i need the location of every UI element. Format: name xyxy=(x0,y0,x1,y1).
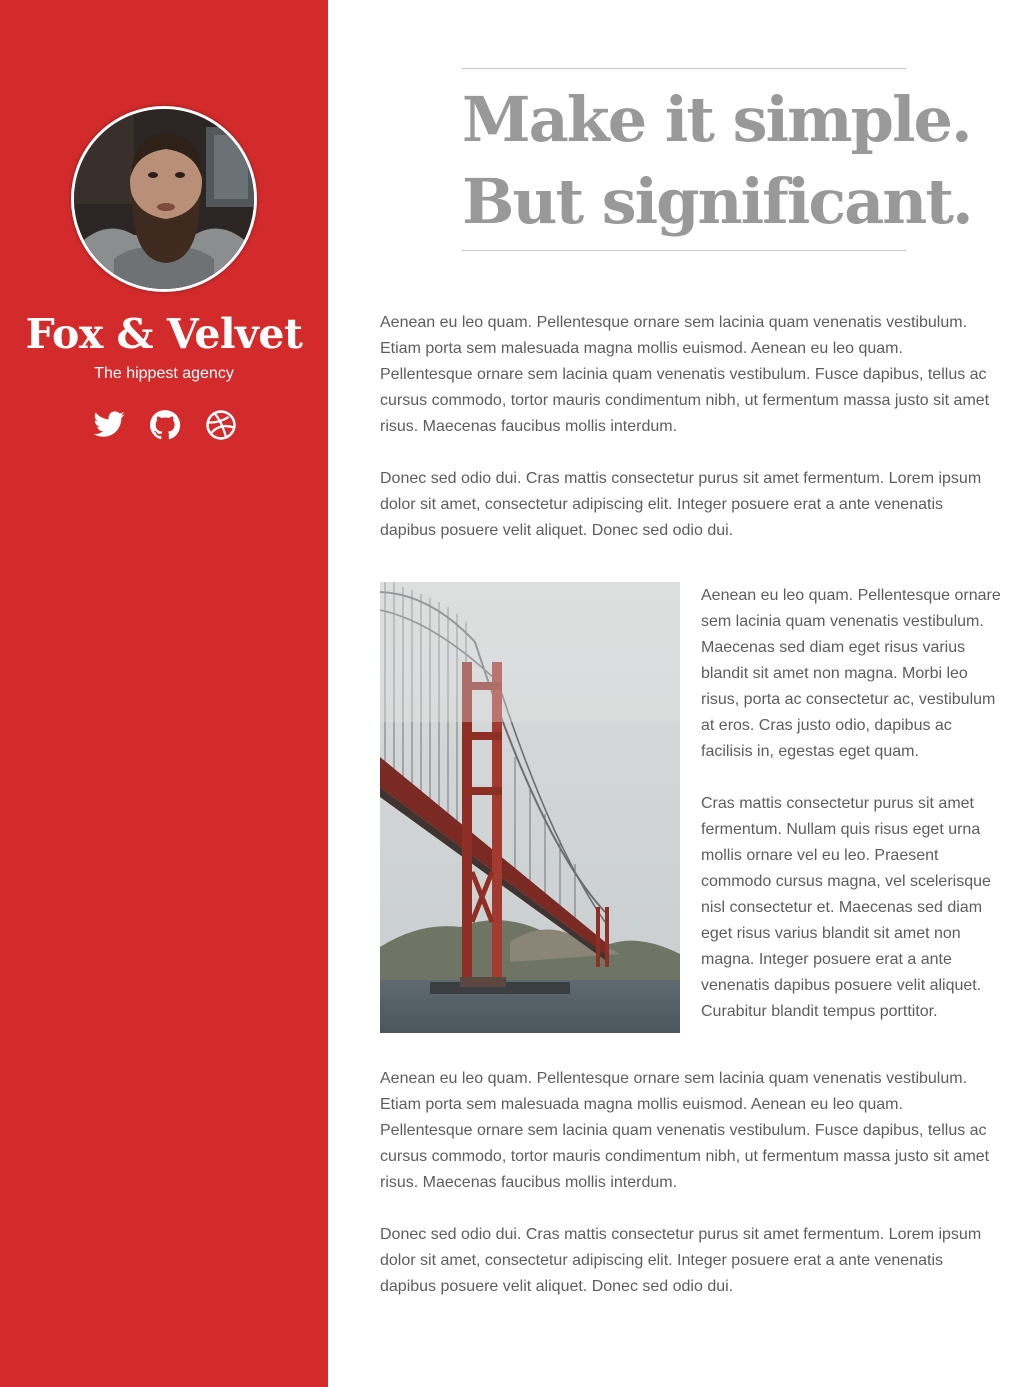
github-link[interactable] xyxy=(148,408,182,442)
paragraph-2: Donec sed odio dui. Cras mattis consecte… xyxy=(380,470,982,539)
paragraph-3: Aenean eu leo quam. Pellentesque ornare … xyxy=(380,1070,990,1191)
side-paragraph-2: Cras mattis consectetur purus sit amet f… xyxy=(701,795,991,1020)
sidebar: Fox & Velvet The hippest agency xyxy=(0,0,328,1387)
hero-heading: Make it simple. But significant. xyxy=(462,68,974,251)
dribbble-icon xyxy=(206,410,236,440)
tagline: The hippest agency xyxy=(94,365,234,382)
paragraph-1: Aenean eu leo quam. Pellentesque ornare … xyxy=(380,314,990,435)
social-links xyxy=(92,408,242,442)
brand-name: Fox & Velvet xyxy=(25,310,303,358)
avatar-photo xyxy=(74,109,254,289)
twitter-icon xyxy=(93,411,125,437)
github-icon xyxy=(149,410,181,440)
hero-line-2: But significant. xyxy=(462,165,974,238)
avatar xyxy=(71,106,257,292)
dribbble-link[interactable] xyxy=(204,408,238,442)
hero-line-1: Make it simple. xyxy=(462,83,973,156)
bridge-image xyxy=(380,582,680,1033)
bridge-photo xyxy=(380,582,680,1033)
paragraph-4: Donec sed odio dui. Cras mattis consecte… xyxy=(380,1226,982,1295)
side-paragraph-1: Aenean eu leo quam. Pellentesque ornare … xyxy=(701,587,1001,760)
twitter-link[interactable] xyxy=(92,408,126,442)
